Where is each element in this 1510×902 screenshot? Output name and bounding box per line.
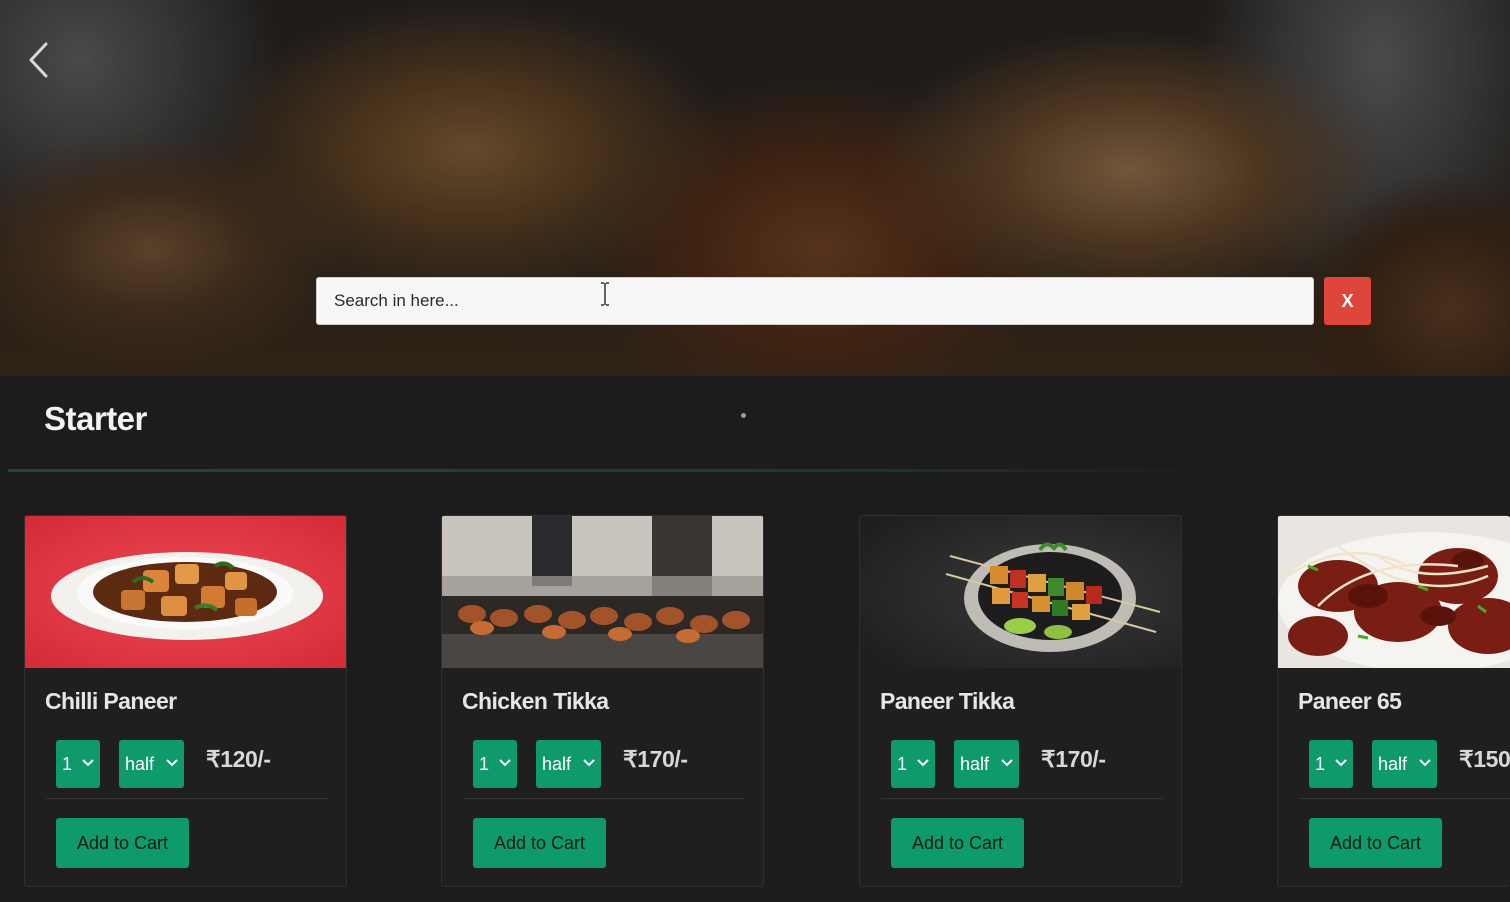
item-price: ₹150 bbox=[1459, 746, 1510, 772]
clear-search-button[interactable]: X bbox=[1324, 277, 1371, 325]
portion-value: half bbox=[542, 753, 572, 774]
chevron-down-icon bbox=[583, 759, 595, 767]
chevron-left-icon bbox=[29, 42, 48, 78]
item-price: ₹170/- bbox=[1041, 746, 1106, 772]
quantity-value: 1 bbox=[62, 753, 73, 774]
item-price: ₹170/- bbox=[623, 746, 688, 772]
add-to-cart-button[interactable]: Add to Cart bbox=[56, 818, 189, 868]
portion-value: half bbox=[960, 753, 990, 774]
quantity-select[interactable]: 1 bbox=[1309, 740, 1353, 788]
add-to-cart-button[interactable]: Add to Cart bbox=[891, 818, 1024, 868]
card-divider bbox=[46, 798, 328, 799]
item-name: Paneer Tikka bbox=[880, 688, 1015, 714]
card-divider bbox=[1299, 798, 1510, 799]
chevron-down-icon bbox=[499, 759, 511, 767]
add-to-cart-button[interactable]: Add to Cart bbox=[473, 818, 606, 868]
chevron-down-icon bbox=[1001, 759, 1013, 767]
item-price: ₹120/- bbox=[206, 746, 271, 772]
menu-card: Paneer 65 1 half ₹150 Add to Cart bbox=[1277, 515, 1510, 887]
portion-value: half bbox=[125, 753, 155, 774]
food-image bbox=[25, 516, 346, 668]
chevron-down-icon bbox=[1419, 759, 1431, 767]
menu-card: Paneer Tikka 1 half ₹170/- Add to Cart bbox=[859, 515, 1182, 887]
item-name: Chilli Paneer bbox=[45, 688, 177, 714]
portion-select[interactable]: half bbox=[119, 740, 184, 788]
quantity-select[interactable]: 1 bbox=[891, 740, 935, 788]
card-divider bbox=[881, 798, 1163, 799]
chevron-down-icon bbox=[166, 759, 178, 767]
portion-value: half bbox=[1378, 753, 1408, 774]
quantity-select[interactable]: 1 bbox=[56, 740, 100, 788]
quantity-select[interactable]: 1 bbox=[473, 740, 517, 788]
food-image bbox=[442, 516, 763, 668]
portion-select[interactable]: half bbox=[954, 740, 1019, 788]
menu-card: Chilli Paneer 1 half ₹120/- Add to Cart bbox=[24, 515, 347, 887]
menu-card: Chicken Tikka 1 half ₹170/- Add to Cart bbox=[441, 515, 764, 887]
chevron-down-icon bbox=[917, 759, 929, 767]
back-button[interactable] bbox=[22, 38, 56, 82]
quantity-value: 1 bbox=[897, 753, 908, 774]
decorative-dot bbox=[741, 413, 746, 418]
section-divider bbox=[8, 469, 1218, 472]
portion-select[interactable]: half bbox=[536, 740, 601, 788]
card-divider bbox=[463, 798, 745, 799]
portion-select[interactable]: half bbox=[1372, 740, 1437, 788]
section-title: Starter bbox=[44, 400, 147, 437]
text-cursor-icon bbox=[601, 282, 609, 306]
chevron-down-icon bbox=[82, 759, 94, 767]
item-name: Paneer 65 bbox=[1298, 688, 1402, 714]
add-to-cart-button[interactable]: Add to Cart bbox=[1309, 818, 1442, 868]
item-name: Chicken Tikka bbox=[462, 688, 609, 714]
food-image bbox=[860, 516, 1181, 668]
search-input[interactable] bbox=[316, 277, 1314, 325]
quantity-value: 1 bbox=[479, 753, 490, 774]
chevron-down-icon bbox=[1335, 759, 1347, 767]
quantity-value: 1 bbox=[1315, 753, 1326, 774]
food-image bbox=[1278, 516, 1510, 668]
